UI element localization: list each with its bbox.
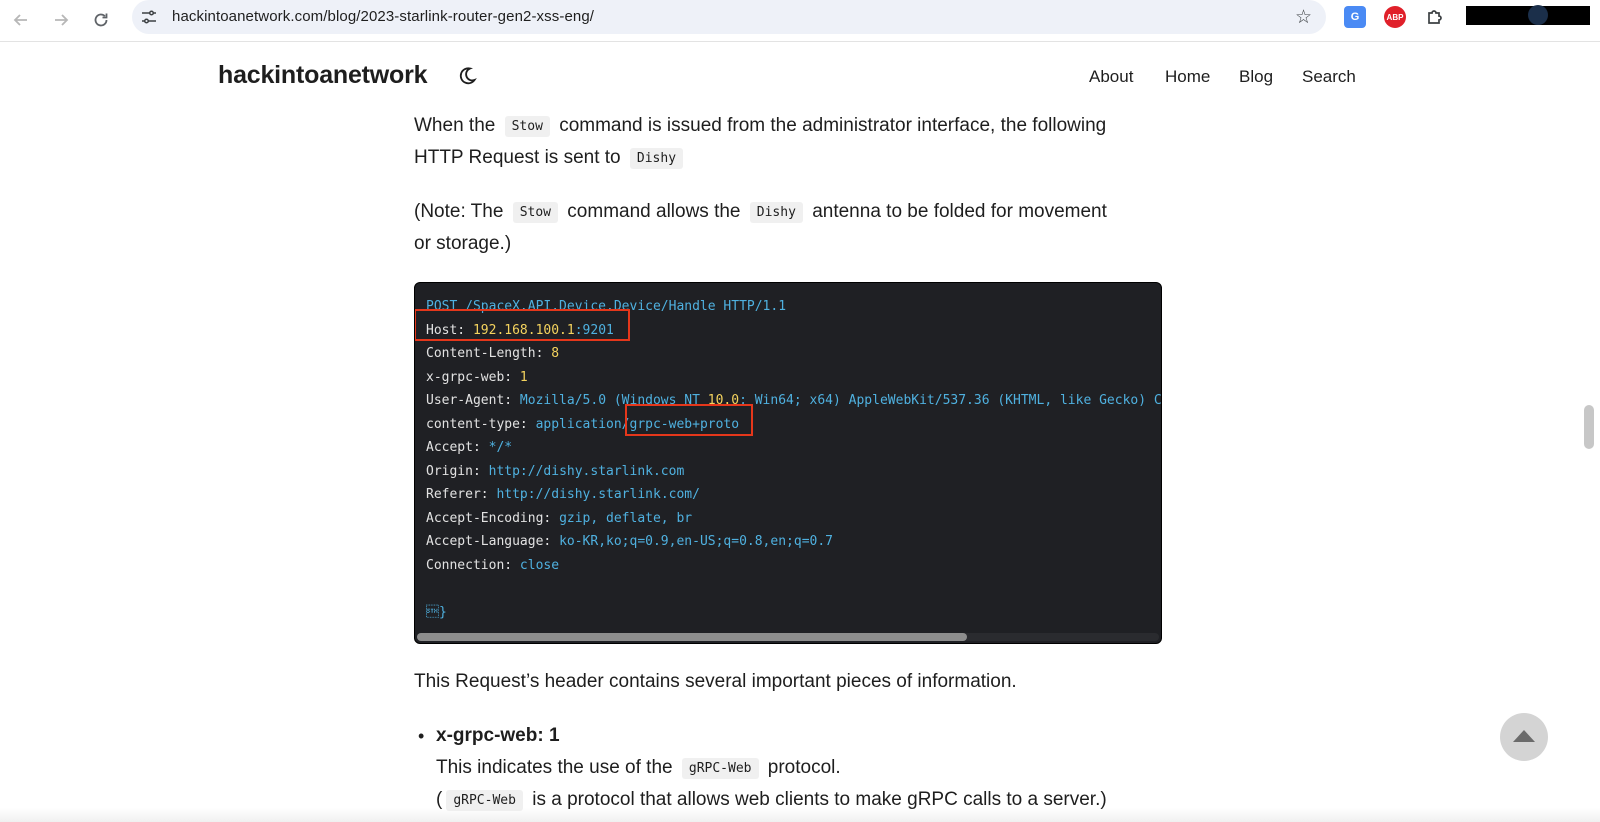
forward-arrow-icon <box>55 14 69 26</box>
back-to-top-button[interactable] <box>1500 713 1548 761</box>
bullet-item-line-1: This indicates the use of the gRPC-Web p… <box>436 757 841 779</box>
extensions-button[interactable] <box>1424 6 1446 28</box>
browser-toolbar: hackintoanetwork.com/blog/2023-starlink-… <box>0 0 1600 42</box>
inline-code-stow: Stow <box>504 116 550 137</box>
chevron-up-icon <box>1513 729 1535 742</box>
code-lines: POST /SpaceX.API.Device.Device/Handle HT… <box>426 299 1162 620</box>
address-bar[interactable]: hackintoanetwork.com/blog/2023-starlink-… <box>132 0 1326 34</box>
nav-about[interactable]: About <box>1089 67 1133 87</box>
extensions-puzzle-icon <box>1428 10 1442 24</box>
bottom-fade <box>0 808 1600 822</box>
adblock-plus-extension-icon[interactable]: ABP <box>1384 6 1406 28</box>
moon-icon[interactable] <box>456 65 478 87</box>
google-translate-extension-icon[interactable]: G <box>1344 6 1366 28</box>
site-header: hackintoanetwork About Home Blog Search <box>0 43 1600 109</box>
reload-icon <box>94 13 108 27</box>
code-scrollbar-thumb[interactable] <box>417 633 967 641</box>
nav-blog[interactable]: Blog <box>1239 67 1273 87</box>
paragraph-1-line-1: When the Stow command is issued from the… <box>414 115 1107 137</box>
bullet-item-title: • x-grpc-web: 1 <box>414 720 560 752</box>
bookmark-star-icon[interactable]: ☆ <box>1295 6 1312 29</box>
avatar[interactable] <box>1528 5 1548 25</box>
host-highlight-box <box>415 309 630 341</box>
site-logo[interactable]: hackintoanetwork <box>218 61 428 90</box>
paragraph-1-line-2: HTTP Request is sent to Dishy <box>414 142 687 176</box>
inline-code-grpc-web: gRPC-Web <box>681 758 759 779</box>
reload-button[interactable] <box>86 5 116 35</box>
inline-code-dishy: Dishy <box>629 148 684 169</box>
inline-code-stow: Stow <box>512 202 559 223</box>
nav-home[interactable]: Home <box>1165 67 1210 87</box>
content-type-highlight-box <box>625 404 753 436</box>
site-settings-icon[interactable] <box>140 8 158 26</box>
http-request-code-block[interactable]: POST /SpaceX.API.Device.Device/Handle HT… <box>414 282 1162 644</box>
page-scrollbar-thumb[interactable] <box>1584 405 1594 449</box>
paragraph-2-line-2: or storage.) <box>414 233 512 254</box>
nav-search[interactable]: Search <box>1302 67 1356 87</box>
back-button[interactable] <box>6 5 36 35</box>
back-arrow-icon <box>13 14 27 26</box>
paragraph-2-line-1: (Note: The Stow command allows the Dishy… <box>414 201 1107 223</box>
inline-code-dishy: Dishy <box>749 202 803 223</box>
bullet-dot: • <box>418 726 425 746</box>
forward-button[interactable] <box>46 5 76 35</box>
url-text[interactable]: hackintoanetwork.com/blog/2023-starlink-… <box>172 8 594 25</box>
paragraph-3: This Request’s header contains several i… <box>414 671 1017 692</box>
